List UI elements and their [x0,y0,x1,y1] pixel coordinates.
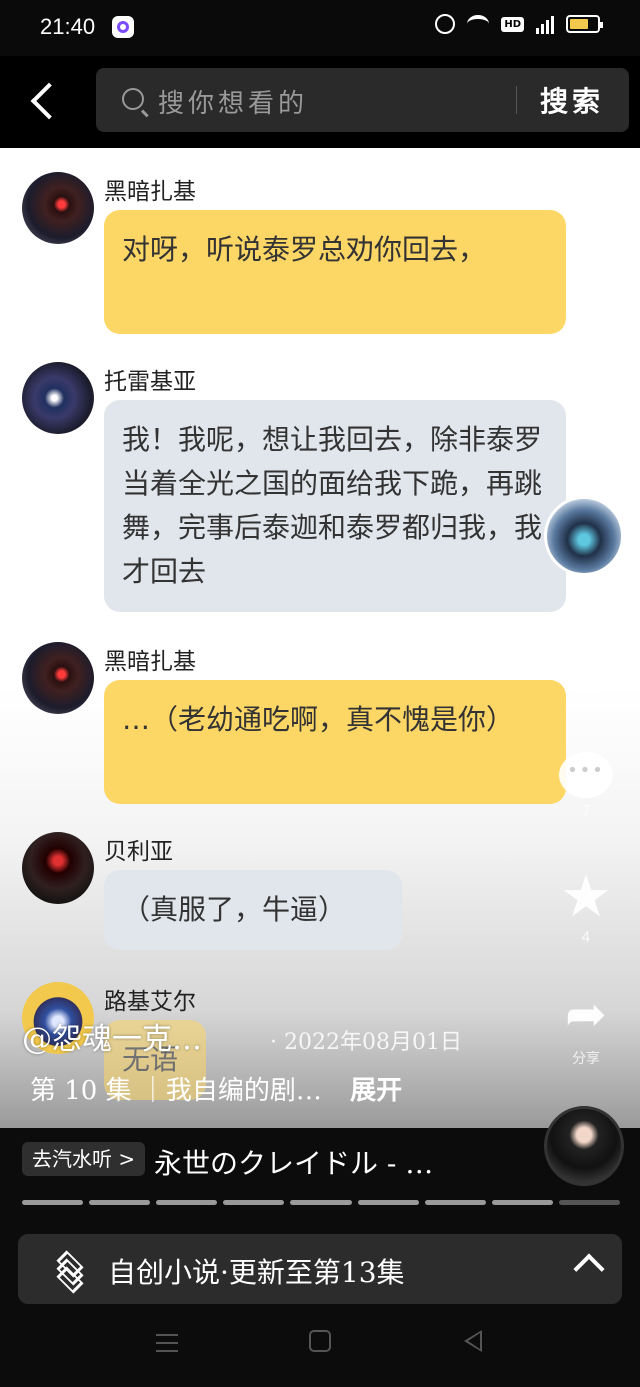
search-header: 搜你想看的 搜索 [0,56,640,148]
signal-icon [536,14,554,34]
status-time: 21:40 [40,14,96,39]
search-input[interactable]: 搜你想看的 搜索 [96,68,629,132]
episode-text: 第 10 集 ｜我自编的剧… [30,1076,322,1106]
back-button[interactable] [22,76,66,124]
sender-name: 路基艾尔 [104,989,196,1015]
favorite-count: 4 [581,930,591,946]
alarm-icon [435,14,456,34]
episode-progress [22,1200,620,1205]
search-divider [516,86,517,114]
avatar [22,832,94,904]
music-disc-icon[interactable] [544,1106,624,1186]
heart-icon [558,626,614,676]
music-title[interactable]: 永世のクレイドル - … [154,1142,433,1182]
collection-bar[interactable]: 自创小说·更新至第13集 [18,1234,622,1304]
avatar [22,642,94,714]
search-placeholder: 搜你想看的 [158,89,309,119]
progress-segment [223,1200,285,1205]
battery-icon [566,15,603,33]
chevron-up-icon[interactable] [573,1253,605,1285]
post-date: · 2022年08月01日 [270,1030,462,1055]
progress-segment [558,1200,620,1205]
author-name[interactable]: @怨魂一克… [22,1014,202,1058]
search-button[interactable]: 搜索 [540,80,604,120]
sender-name: 托雷基亚 [104,369,196,395]
menu-icon[interactable] [156,1334,178,1352]
app-notification-icon [112,16,134,38]
video-content[interactable]: 黑暗扎基 对呀，听说泰罗总劝你回去， 托雷基亚 我！我呢，想让我回去，除非泰罗当… [0,148,640,1128]
progress-segment [357,1200,419,1205]
system-nav-bar [0,1320,640,1387]
comment-icon [559,752,613,798]
like-count: 20 [577,682,595,698]
progress-segment [89,1200,151,1205]
listen-in-qishui-button[interactable]: 去汽水听 > [22,1142,146,1176]
expand-button[interactable]: 展开 [350,1076,402,1106]
comment-button[interactable]: 7 [548,752,624,820]
progress-segment [156,1200,218,1205]
message-bubble: （真服了，牛逼） [104,870,402,950]
progress-segment [22,1200,84,1205]
progress-segment [424,1200,486,1205]
share-label: 分享 [572,1051,600,1067]
sender-name: 黑暗扎基 [104,179,196,205]
progress-segment [290,1200,352,1205]
share-button[interactable]: ➦ 分享 [548,986,624,1068]
share-icon: ➦ [565,985,607,1043]
like-button[interactable]: 20 [548,626,624,698]
avatar [22,172,94,244]
sender-name: 贝利亚 [104,839,173,865]
search-icon [122,88,144,110]
progress-segment [491,1200,553,1205]
creator-avatar[interactable] [544,496,624,576]
favorite-button[interactable]: ★ 4 [548,862,624,946]
message-bubble: …（老幼通吃啊，真不愧是你） [104,680,566,804]
episode-caption: 第 10 集 ｜我自编的剧… 展开 [30,1070,402,1107]
layers-icon [52,1250,88,1294]
sender-name: 黑暗扎基 [104,649,196,675]
back-triangle-icon[interactable] [464,1330,482,1352]
message-bubble: 我！我呢，想让我回去，除非泰罗当着全光之国的面给我下跪，再跳舞，完事后泰迦和泰罗… [104,400,566,612]
avatar [22,362,94,434]
comment-count: 7 [581,804,591,820]
collection-label: 自创小说·更新至第13集 [108,1256,405,1289]
star-icon: ★ [560,862,612,930]
wifi-icon [467,15,490,33]
status-icons: HD [435,14,603,34]
home-icon[interactable] [309,1330,331,1352]
status-bar: 21:40 HD [0,0,640,56]
music-bar: 去汽水听 > 永世のクレイドル - … 自创小说·更新至第13集 [0,1106,640,1387]
message-bubble: 对呀，听说泰罗总劝你回去， [104,210,566,334]
hd-icon: HD [501,16,524,32]
